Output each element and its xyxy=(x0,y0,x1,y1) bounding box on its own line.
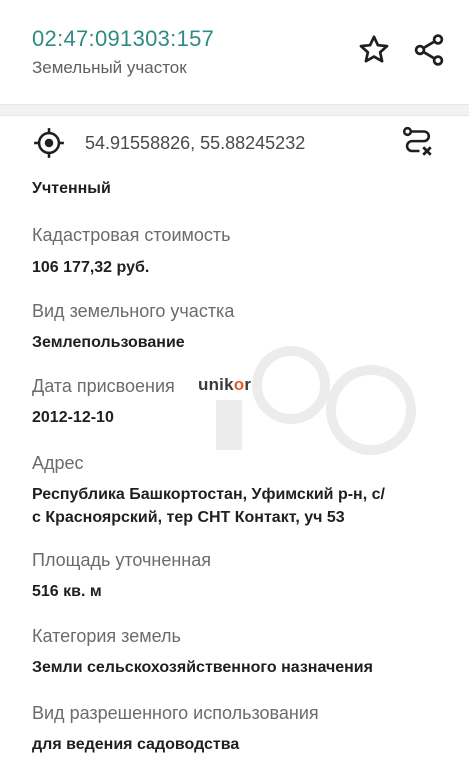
field-value-cadastral-value: 106 177,32 руб. xyxy=(32,259,150,276)
favorite-button[interactable] xyxy=(356,32,392,68)
background-watermark-logo xyxy=(216,346,416,455)
object-type: Земельный участок xyxy=(32,58,187,77)
cadastral-number: 02:47:091303:157 xyxy=(32,26,215,51)
header: 02:47:091303:157 Земельный участок xyxy=(0,0,469,104)
share-button[interactable] xyxy=(411,32,447,68)
field-label-area: Площадь уточненная xyxy=(32,550,211,570)
field-label-land-type: Вид земельного участка xyxy=(32,301,235,321)
field-label-cadastral-value: Кадастровая стоимость xyxy=(32,225,231,245)
registration-status: Учтенный xyxy=(32,180,111,197)
field-value-permitted-use: для ведения садоводства xyxy=(32,736,240,753)
field-label-address: Адрес xyxy=(32,453,84,473)
field-label-assigned-date: Дата присвоения xyxy=(32,376,175,396)
coordinates-row[interactable]: 54.91558826, 55.88245232 xyxy=(0,116,469,172)
field-value-area: 516 кв. м xyxy=(32,583,102,600)
field-value-land-category: Земли сельскохозяйственного назначения xyxy=(32,659,373,676)
field-label-permitted-use: Вид разрешенного использования xyxy=(32,703,319,723)
field-value-address-line1: Республика Башкортостан, Уфимский р-н, с… xyxy=(32,486,385,503)
share-icon xyxy=(414,34,444,66)
location-target-icon xyxy=(34,128,64,158)
coordinates-text[interactable]: 54.91558826, 55.88245232 xyxy=(85,133,305,154)
field-value-address-line2: с Красноярский, тер СНТ Контакт, уч 53 xyxy=(32,509,345,526)
star-icon xyxy=(359,35,389,63)
section-divider xyxy=(0,104,469,116)
route-icon[interactable] xyxy=(400,124,436,160)
field-label-land-category: Категория земель xyxy=(32,626,181,646)
